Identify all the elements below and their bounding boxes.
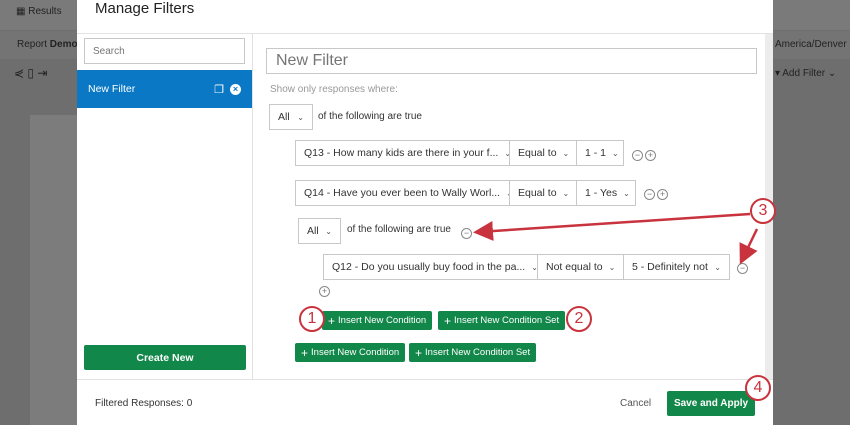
annotation-arrows	[473, 212, 759, 265]
annotation-2: 2	[566, 306, 592, 332]
arrow	[473, 212, 751, 241]
arrow	[739, 228, 759, 265]
annotation-3: 3	[750, 198, 776, 224]
annotation-4: 4	[745, 375, 771, 401]
annotation-1: 1	[299, 306, 325, 332]
